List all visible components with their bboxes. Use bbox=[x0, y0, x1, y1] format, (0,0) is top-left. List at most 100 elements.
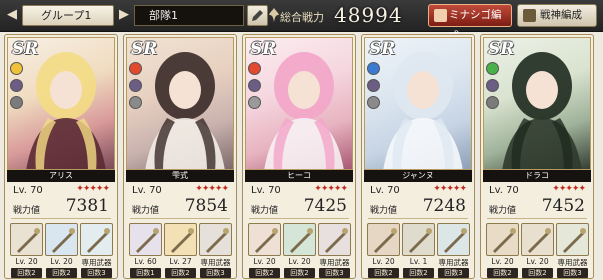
equipment-level: 専用武器 bbox=[319, 258, 350, 267]
use-count-badge: 回数3 bbox=[200, 268, 231, 278]
prev-group-arrow-icon[interactable]: ◀ bbox=[2, 5, 22, 25]
equipment-slot[interactable]: Lv. 20 回数2 bbox=[45, 223, 78, 278]
equipment-icon bbox=[318, 223, 351, 256]
equipment-slot[interactable]: 専用武器 回数3 bbox=[80, 223, 113, 278]
use-count-badge: 回数3 bbox=[319, 268, 350, 278]
equipment-slot[interactable]: Lv. 20 回数2 bbox=[10, 223, 43, 278]
equipment-slot[interactable]: 専用武器 回数3 bbox=[318, 223, 351, 278]
character-portrait[interactable]: SR bbox=[7, 37, 115, 170]
equipment-level: Lv. 20 bbox=[526, 257, 549, 266]
character-portrait[interactable]: SR bbox=[483, 37, 591, 170]
combat-power-label: 戦力値 bbox=[251, 206, 279, 216]
combat-power-value: 7425 bbox=[303, 196, 347, 216]
rename-button[interactable] bbox=[247, 5, 268, 26]
character-name: ヒーコ bbox=[245, 170, 353, 182]
sword-attribute-icon bbox=[129, 96, 142, 109]
group-selector[interactable]: グループ1 bbox=[22, 5, 114, 26]
character-card[interactable]: SR ジャンヌ Lv. 70 ✦✦✦✦✦ 戦力値 7248 Lv. 20 回数2 Lv.… bbox=[361, 34, 475, 279]
equipment-slot[interactable]: Lv. 27 回数2 bbox=[164, 223, 197, 278]
equipment-slot[interactable]: Lv. 20 回数2 bbox=[248, 223, 281, 278]
combat-power-value: 7854 bbox=[184, 196, 228, 216]
dark-attribute-icon bbox=[129, 79, 142, 92]
total-power-value: 48994 bbox=[334, 3, 403, 27]
use-count-badge: 回数2 bbox=[368, 268, 399, 278]
rarity-badge: SR bbox=[369, 39, 396, 59]
divider bbox=[368, 218, 468, 219]
total-power-label: 総合戦力 bbox=[280, 11, 324, 24]
equipment-icon bbox=[80, 223, 113, 256]
dark-attribute-icon bbox=[248, 79, 261, 92]
use-count-badge: 回数2 bbox=[249, 268, 280, 278]
combat-power-label: 戦力値 bbox=[13, 206, 41, 216]
character-level: Lv. 70 bbox=[489, 185, 519, 196]
equipment-slot[interactable]: 専用武器 回数3 bbox=[556, 223, 589, 278]
character-level: Lv. 70 bbox=[13, 185, 43, 196]
star-rating: ✦✦✦✦✦ bbox=[76, 184, 110, 194]
equipment-slot[interactable]: Lv. 60 回数1 bbox=[129, 223, 162, 278]
equipment-level: Lv. 20 bbox=[253, 257, 276, 266]
equipment-icon bbox=[283, 223, 316, 256]
combat-power-value: 7381 bbox=[65, 196, 109, 216]
use-count-badge: 回数2 bbox=[165, 268, 196, 278]
character-level: Lv. 70 bbox=[251, 185, 281, 196]
equipment-level: Lv. 27 bbox=[169, 257, 192, 266]
team-name-field[interactable]: 部隊1 bbox=[134, 5, 244, 26]
equipment-slot[interactable]: Lv. 20 回数2 bbox=[283, 223, 316, 278]
star-rating: ✦✦✦✦✦ bbox=[552, 184, 586, 194]
equipment-slot[interactable]: Lv. 20 回数2 bbox=[521, 223, 554, 278]
equipment-slot[interactable]: Lv. 20 回数2 bbox=[367, 223, 400, 278]
equipment-icon bbox=[486, 223, 519, 256]
equipment-slot[interactable]: 専用武器 回数3 bbox=[199, 223, 232, 278]
star-rating: ✦✦✦✦✦ bbox=[433, 184, 467, 194]
character-card[interactable]: SR アリス Lv. 70 ✦✦✦✦✦ 戦力値 7381 Lv. 20 回数2 Lv. … bbox=[4, 34, 118, 279]
gun-attribute-icon bbox=[486, 96, 499, 109]
combat-power-label: 戦力値 bbox=[132, 206, 160, 216]
equipment-slot[interactable]: Lv. 1 回数2 bbox=[402, 223, 435, 278]
next-group-arrow-icon[interactable]: ▶ bbox=[114, 5, 134, 25]
combat-power-label: 戦力値 bbox=[370, 206, 398, 216]
combat-power-value: 7248 bbox=[422, 196, 466, 216]
equipment-level: 専用武器 bbox=[557, 258, 588, 267]
senjin-formation-button[interactable]: 戦神編成 bbox=[517, 4, 597, 27]
dark-attribute-icon bbox=[367, 79, 380, 92]
equipment-slot[interactable]: 専用武器 回数3 bbox=[437, 223, 470, 278]
character-level: Lv. 70 bbox=[132, 185, 162, 196]
minashigo-formation-button[interactable]: ミナシゴ編成 bbox=[428, 4, 512, 42]
equipment-icon bbox=[437, 223, 470, 256]
equipment-level: 専用武器 bbox=[81, 258, 112, 267]
character-portrait[interactable]: SR bbox=[364, 37, 472, 170]
god-formation-icon bbox=[523, 9, 536, 22]
dark-attribute-icon bbox=[486, 79, 499, 92]
use-count-badge: 回数1 bbox=[130, 268, 161, 278]
senjin-formation-label: 戦神編成 bbox=[540, 9, 582, 21]
gun-attribute-icon bbox=[10, 96, 23, 109]
character-name: アリス bbox=[7, 170, 115, 182]
character-name: 雫式 bbox=[126, 170, 234, 182]
equipment-icon bbox=[10, 223, 43, 256]
equipment-level: Lv. 60 bbox=[134, 257, 157, 266]
use-count-badge: 回数2 bbox=[403, 268, 434, 278]
use-count-badge: 回数2 bbox=[46, 268, 77, 278]
equipment-level: 専用武器 bbox=[438, 258, 469, 267]
spear-attribute-icon bbox=[248, 96, 261, 109]
use-count-badge: 回数3 bbox=[81, 268, 112, 278]
use-count-badge: 回数2 bbox=[522, 268, 553, 278]
character-card[interactable]: SR ドラコ Lv. 70 ✦✦✦✦✦ 戦力値 7452 Lv. 20 回数2 Lv. … bbox=[480, 34, 594, 279]
equipment-level: Lv. 20 bbox=[50, 257, 73, 266]
divider bbox=[487, 218, 587, 219]
character-card[interactable]: SR 雫式 Lv. 70 ✦✦✦✦✦ 戦力値 7854 Lv. 60 回数1 Lv. 2… bbox=[123, 34, 237, 279]
sword-attribute-icon bbox=[367, 96, 380, 109]
divider bbox=[130, 218, 230, 219]
character-portrait[interactable]: SR bbox=[126, 37, 234, 170]
equipment-slot[interactable]: Lv. 20 回数2 bbox=[486, 223, 519, 278]
light-attribute-icon bbox=[10, 62, 23, 75]
character-card[interactable]: SR ヒーコ Lv. 70 ✦✦✦✦✦ 戦力値 7425 Lv. 20 回数2 Lv. … bbox=[242, 34, 356, 279]
star-rating: ✦✦✦✦✦ bbox=[314, 184, 348, 194]
equipment-level: Lv. 20 bbox=[491, 257, 514, 266]
equipment-level: Lv. 20 bbox=[15, 257, 38, 266]
character-portrait[interactable]: SR bbox=[245, 37, 353, 170]
use-count-badge: 回数3 bbox=[557, 268, 588, 278]
top-bar: ◀ グループ1 ▶ 部隊1 総合戦力 48994 ミナシゴ編成 戦神編成 bbox=[0, 0, 603, 42]
pencil-icon bbox=[252, 10, 263, 21]
team-label: 部隊1 bbox=[149, 9, 178, 22]
